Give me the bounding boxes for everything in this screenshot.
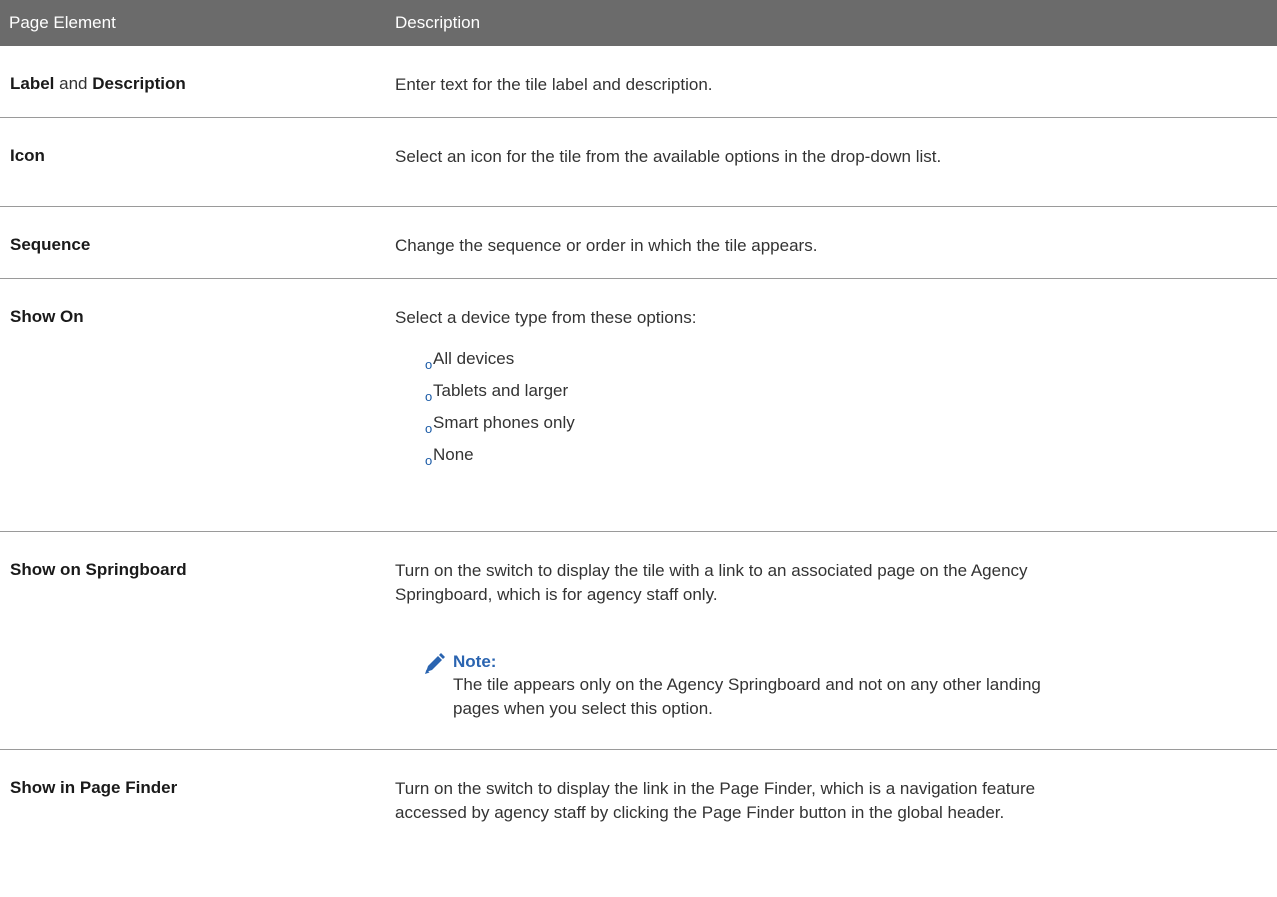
description-cell: Select a device type from these options:… — [395, 279, 1277, 471]
description-cell: Change the sequence or order in which th… — [395, 207, 1277, 258]
description-text: Turn on the switch to display the tile w… — [395, 561, 1028, 604]
bullet-icon: o — [425, 452, 433, 468]
element-cell: Sequence — [0, 207, 395, 256]
option-text: Smart phones only — [433, 413, 575, 432]
description-text: Select a device type from these options: — [395, 308, 697, 327]
element-label: Label and Description — [10, 74, 186, 93]
description-text: Select an icon for the tile from the ava… — [395, 147, 942, 166]
description-text: Change the sequence or order in which th… — [395, 236, 818, 255]
description-cell: Select an icon for the tile from the ava… — [395, 118, 1277, 169]
note-body: The tile appears only on the Agency Spri… — [453, 675, 1041, 718]
bullet-icon: o — [425, 388, 433, 404]
bullet-icon: o — [425, 356, 433, 372]
pencil-icon — [423, 653, 453, 723]
device-options-list: o All devices o Tablets and larger o Sma… — [395, 343, 1257, 471]
note-title: Note: — [453, 652, 497, 671]
element-cell: Label and Description — [0, 46, 395, 95]
table-row: Show in Page Finder Turn on the switch t… — [0, 750, 1277, 897]
note-content: Note: The tile appears only on the Agenc… — [453, 651, 1041, 721]
element-label: Icon — [10, 146, 45, 165]
note-callout: Note: The tile appears only on the Agenc… — [395, 651, 1257, 721]
element-label: Show On — [10, 307, 84, 326]
element-label: Sequence — [10, 235, 91, 254]
header-page-element: Page Element — [9, 13, 116, 32]
table-row: Show On Select a device type from these … — [0, 279, 1277, 532]
list-item: o None — [395, 439, 1257, 471]
description-cell: Turn on the switch to display the link i… — [395, 750, 1277, 825]
table-row: Show on Springboard Turn on the switch t… — [0, 532, 1277, 750]
header-description: Description — [395, 13, 481, 32]
option-text: Tablets and larger — [433, 381, 569, 400]
table-header: Page Element Description — [0, 0, 1277, 46]
description-text: Turn on the switch to display the link i… — [395, 779, 1036, 822]
element-label: Show in Page Finder — [10, 778, 178, 797]
list-item: o Smart phones only — [395, 407, 1257, 439]
element-cell: Show On — [0, 279, 395, 328]
description-text: Enter text for the tile label and descri… — [395, 75, 713, 94]
list-item: o Tablets and larger — [395, 375, 1257, 407]
element-cell: Show in Page Finder — [0, 750, 395, 799]
page-element-table: Page Element Description Label and Descr… — [0, 0, 1277, 897]
element-cell: Show on Springboard — [0, 532, 395, 581]
option-text: None — [433, 445, 474, 464]
element-label: Show on Springboard — [10, 560, 187, 579]
description-cell: Enter text for the tile label and descri… — [395, 46, 1277, 97]
table-row: Label and Description Enter text for the… — [0, 46, 1277, 118]
option-text: All devices — [433, 349, 515, 368]
list-item: o All devices — [395, 343, 1257, 375]
bullet-icon: o — [425, 420, 433, 436]
table-row: Sequence Change the sequence or order in… — [0, 207, 1277, 279]
description-cell: Turn on the switch to display the tile w… — [395, 532, 1277, 721]
table-row: Icon Select an icon for the tile from th… — [0, 118, 1277, 207]
element-cell: Icon — [0, 118, 395, 167]
